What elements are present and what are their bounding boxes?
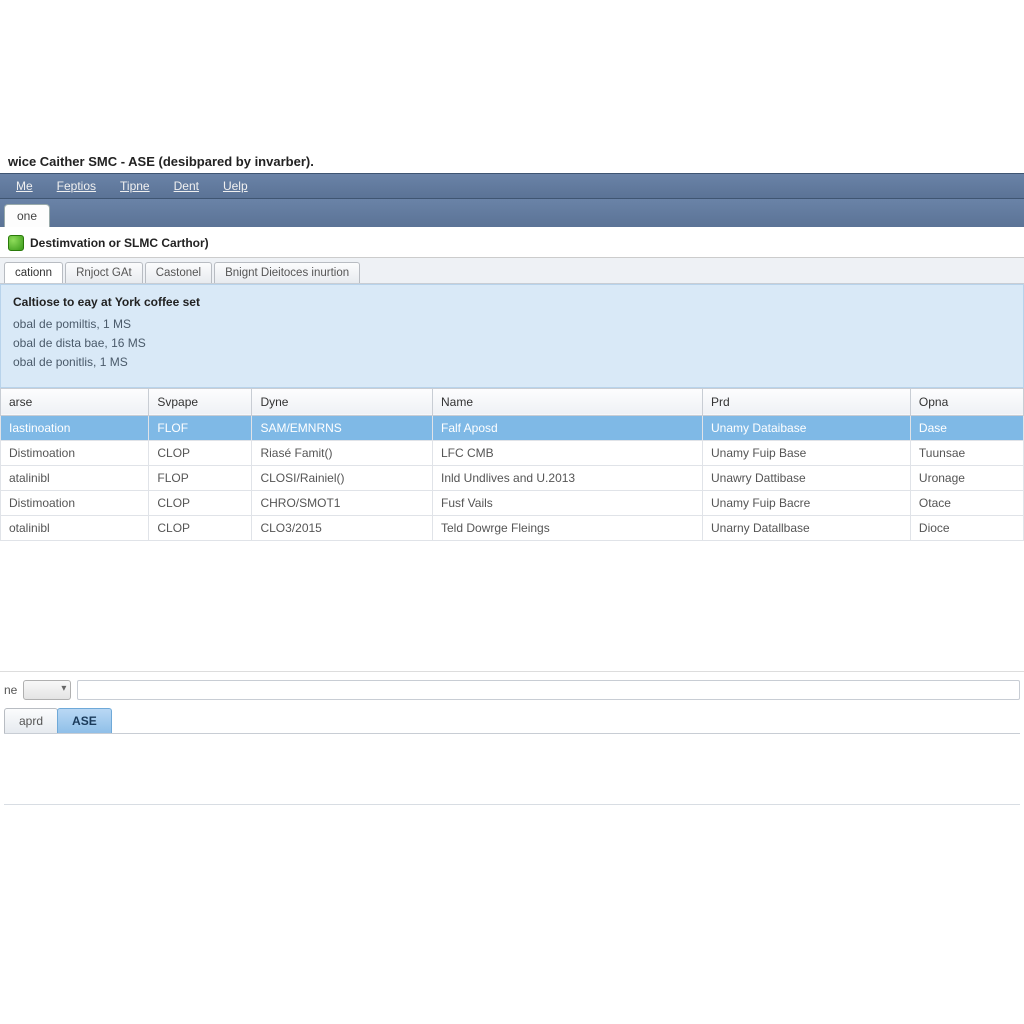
cell: Unarny Datallbase xyxy=(702,515,910,540)
menubar: Me Feptios Tipne Dent Uelp xyxy=(0,173,1024,199)
destination-icon xyxy=(8,235,24,251)
grid-body: Iastinoation FLOF SAM/EMNRNS Falf Aposd … xyxy=(1,415,1024,540)
cell: Tuunsae xyxy=(910,440,1023,465)
bottom-divider xyxy=(4,804,1020,805)
table-row[interactable]: Distimoation CLOP Riasé Famit() LFC CMB … xyxy=(1,440,1024,465)
table-row[interactable]: atalinibl FLOP CLOSI/Rainiel() Inld Undl… xyxy=(1,465,1024,490)
menu-feptios[interactable]: Feptios xyxy=(45,175,108,197)
cell: FLOP xyxy=(149,465,252,490)
cell: otalinibl xyxy=(1,515,149,540)
cell: Fusf Vails xyxy=(433,490,703,515)
cell: atalinibl xyxy=(1,465,149,490)
info-panel: Caltiose to eay at York coffee set obal … xyxy=(0,284,1024,388)
inner-tab-bnignt[interactable]: Bnignt Dieitoces inurtion xyxy=(214,262,360,283)
cell: Dase xyxy=(910,415,1023,440)
menu-me[interactable]: Me xyxy=(4,175,45,197)
cell: Uronage xyxy=(910,465,1023,490)
inner-tab-rnjoct[interactable]: Rnjoct GAt xyxy=(65,262,143,283)
cell: Teld Dowrge Fleings xyxy=(433,515,703,540)
cell: CLO3/2015 xyxy=(252,515,433,540)
col-prd[interactable]: Prd xyxy=(702,388,910,415)
outer-tab-one[interactable]: one xyxy=(4,204,50,227)
cell: Otace xyxy=(910,490,1023,515)
cell: CLOP xyxy=(149,515,252,540)
cell: Iastinoation xyxy=(1,415,149,440)
filter-row: ne xyxy=(4,680,1020,700)
cell: Riasé Famit() xyxy=(252,440,433,465)
section-title: Destimvation or SLMC Carthor) xyxy=(30,236,209,250)
cell: CLOP xyxy=(149,490,252,515)
info-line-0: obal de pomiltis, 1 MS xyxy=(13,315,1011,334)
bottom-area: ne aprd ASE xyxy=(0,671,1024,805)
cell: CLOSI/Rainiel() xyxy=(252,465,433,490)
col-svpape[interactable]: Svpape xyxy=(149,388,252,415)
menu-dent[interactable]: Dent xyxy=(162,175,211,197)
cell: Unawry Dattibase xyxy=(702,465,910,490)
outer-tabstrip: one xyxy=(0,199,1024,227)
table-row[interactable]: otalinibl CLOP CLO3/2015 Teld Dowrge Fle… xyxy=(1,515,1024,540)
cell: Unamy Fuip Base xyxy=(702,440,910,465)
bottom-tabstrip: aprd ASE xyxy=(4,708,1020,734)
filter-label: ne xyxy=(4,683,17,697)
menu-uelp[interactable]: Uelp xyxy=(211,175,260,197)
cell: CHRO/SMOT1 xyxy=(252,490,433,515)
info-line-2: obal de ponitlis, 1 MS xyxy=(13,353,1011,372)
grid-header-row: arse Svpape Dyne Name Prd Opna xyxy=(1,388,1024,415)
info-title: Caltiose to eay at York coffee set xyxy=(13,295,1011,309)
col-name[interactable]: Name xyxy=(433,388,703,415)
app-window: wice Caither SMC - ASE (desibpared by in… xyxy=(0,150,1024,805)
inner-tab-cation[interactable]: cationn xyxy=(4,262,63,283)
cell: Unamy Fuip Bacre xyxy=(702,490,910,515)
cell: SAM/EMNRNS xyxy=(252,415,433,440)
cell: Falf Aposd xyxy=(433,415,703,440)
col-opna[interactable]: Opna xyxy=(910,388,1023,415)
table-row[interactable]: Iastinoation FLOF SAM/EMNRNS Falf Aposd … xyxy=(1,415,1024,440)
bottom-tab-aprd[interactable]: aprd xyxy=(4,708,58,733)
table-row[interactable]: Distimoation CLOP CHRO/SMOT1 Fusf Vails … xyxy=(1,490,1024,515)
filter-dropdown[interactable] xyxy=(23,680,71,700)
cell: Distimoation xyxy=(1,440,149,465)
filter-textfield[interactable] xyxy=(77,680,1020,700)
info-line-1: obal de dista bae, 16 MS xyxy=(13,334,1011,353)
cell: Inld Undlives and U.2013 xyxy=(433,465,703,490)
cell: FLOF xyxy=(149,415,252,440)
cell: LFC CMB xyxy=(433,440,703,465)
cell: CLOP xyxy=(149,440,252,465)
cell: Dioce xyxy=(910,515,1023,540)
col-dyne[interactable]: Dyne xyxy=(252,388,433,415)
cell: Unamy Dataibase xyxy=(702,415,910,440)
bottom-tab-ase[interactable]: ASE xyxy=(57,708,112,733)
section-header: Destimvation or SLMC Carthor) xyxy=(0,227,1024,258)
menu-tipne[interactable]: Tipne xyxy=(108,175,162,197)
data-grid[interactable]: arse Svpape Dyne Name Prd Opna Iastinoat… xyxy=(0,388,1024,541)
cell: Distimoation xyxy=(1,490,149,515)
inner-tabstrip: cationn Rnjoct GAt Castonel Bnignt Dieit… xyxy=(0,258,1024,284)
col-arse[interactable]: arse xyxy=(1,388,149,415)
window-title: wice Caither SMC - ASE (desibpared by in… xyxy=(0,150,1024,173)
inner-tab-castonel[interactable]: Castonel xyxy=(145,262,212,283)
